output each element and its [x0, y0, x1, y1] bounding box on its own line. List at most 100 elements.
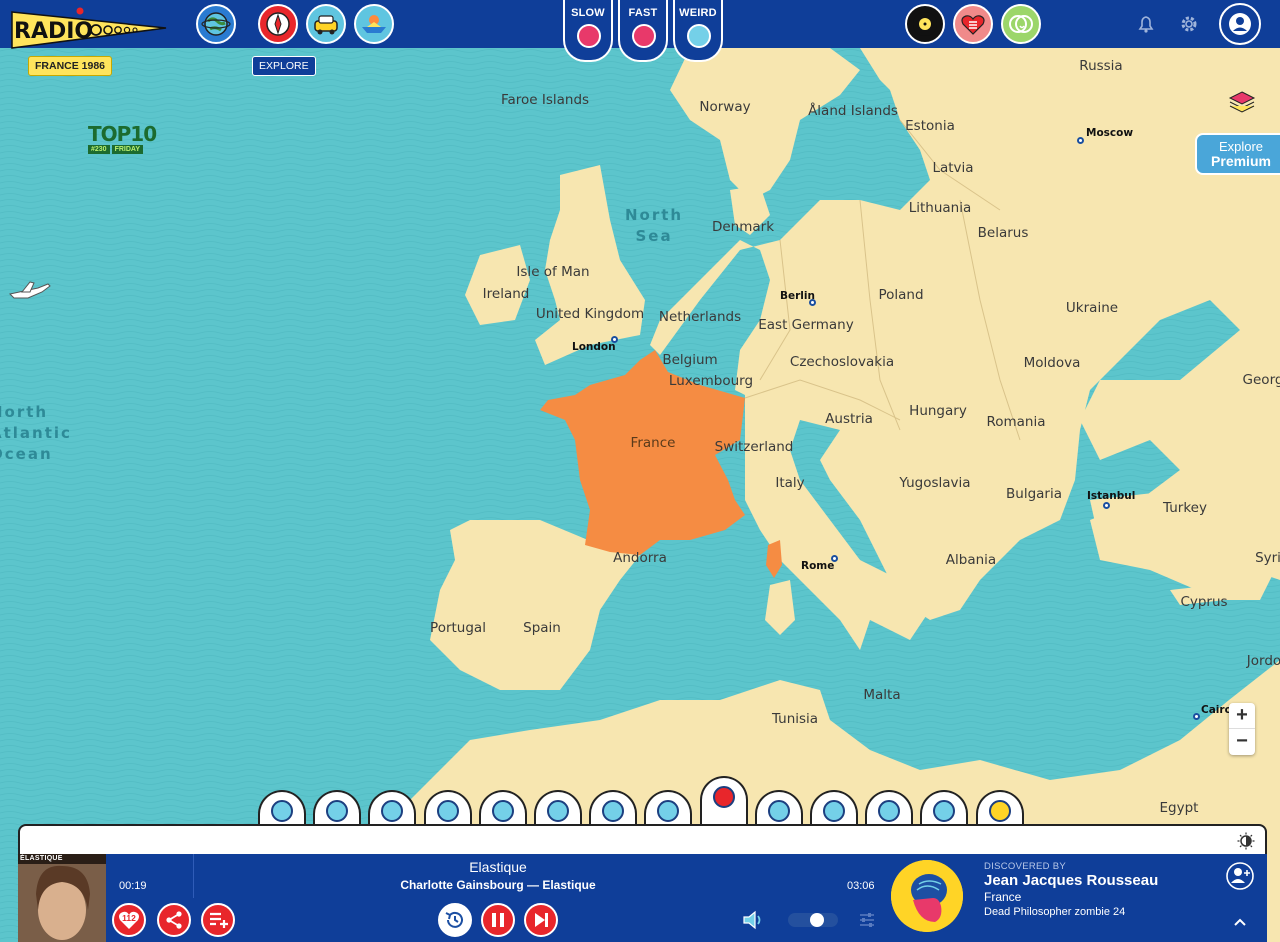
- top-bar: RADIO SLOW FAST WEIRD: [0, 0, 1280, 62]
- map-label-country[interactable]: Jordo: [1247, 653, 1280, 669]
- radiooooo-logo[interactable]: RADIO: [10, 6, 170, 54]
- city-label[interactable]: London: [572, 341, 616, 353]
- globe-icon[interactable]: [196, 4, 236, 44]
- map-label-country[interactable]: Bulgaria: [1006, 486, 1062, 502]
- map-label-country[interactable]: Cyprus: [1180, 594, 1227, 610]
- decade-indicator: [602, 800, 624, 822]
- map-label-country[interactable]: Ukraine: [1066, 300, 1118, 316]
- discoverer-name[interactable]: Jean Jacques Rousseau: [984, 872, 1158, 889]
- map-label-country[interactable]: Malta: [863, 687, 900, 703]
- city-label[interactable]: Istanbul: [1087, 490, 1135, 502]
- zoom-out-button[interactable]: −: [1229, 729, 1255, 755]
- chevron-up-icon[interactable]: [1232, 916, 1248, 928]
- city-marker[interactable]: [1193, 713, 1200, 720]
- vinyl-icon[interactable]: [905, 4, 945, 44]
- decade-indicator: [381, 800, 403, 822]
- island-icon[interactable]: [354, 4, 394, 44]
- map-label-country[interactable]: Ireland: [483, 286, 530, 302]
- map-label-country[interactable]: Luxembourg: [669, 373, 753, 389]
- playlist-add-icon: [210, 912, 228, 928]
- album-cover[interactable]: ÉLASTIQUE: [18, 854, 106, 942]
- map-label-country[interactable]: Syri: [1255, 550, 1280, 566]
- map-label-country[interactable]: Åland Islands: [808, 103, 898, 119]
- map-label-country[interactable]: Yugoslavia: [899, 475, 970, 491]
- map-label-country-selected[interactable]: France: [631, 435, 676, 451]
- decade-indicator: [326, 800, 348, 822]
- friends-icon[interactable]: [1001, 4, 1041, 44]
- top10-issue: #230: [88, 145, 110, 154]
- map-label-country[interactable]: East Germany: [758, 317, 853, 333]
- user-icon[interactable]: [1219, 3, 1261, 45]
- city-marker[interactable]: [1103, 502, 1110, 509]
- map-label-country[interactable]: Portugal: [430, 620, 486, 636]
- map-label-country[interactable]: Netherlands: [659, 309, 741, 325]
- taxi-icon[interactable]: [306, 4, 346, 44]
- map-label-country[interactable]: Hungary: [909, 403, 967, 419]
- map-label-country[interactable]: Russia: [1079, 58, 1122, 74]
- decade-indicator: [547, 800, 569, 822]
- map-label-country[interactable]: Georg: [1243, 372, 1280, 388]
- logo-text: RADIO: [14, 19, 93, 44]
- volume-icon[interactable]: [741, 908, 767, 932]
- decade-indicator: [933, 800, 955, 822]
- map-label-country[interactable]: Romania: [986, 414, 1045, 430]
- mood-tab-slow[interactable]: SLOW: [563, 0, 613, 62]
- map-label-country[interactable]: Austria: [825, 411, 873, 427]
- gear-icon[interactable]: [1177, 12, 1201, 36]
- history-button[interactable]: [438, 903, 472, 937]
- map-label-country[interactable]: Moldova: [1024, 355, 1081, 371]
- compass-icon[interactable]: [258, 4, 298, 44]
- map-label-country[interactable]: Italy: [775, 475, 804, 491]
- map-label-country[interactable]: Denmark: [712, 219, 774, 235]
- layers-icon[interactable]: [1226, 86, 1258, 118]
- like-button[interactable]: 112: [112, 903, 146, 937]
- next-button[interactable]: [524, 903, 558, 937]
- discoverer-avatar[interactable]: [891, 860, 963, 932]
- decade-indicator: [492, 800, 514, 822]
- pause-button[interactable]: [481, 903, 515, 937]
- top10-promo[interactable]: TOP10 #230 FRIDAY: [88, 124, 168, 156]
- follow-user-icon[interactable]: [1225, 861, 1255, 891]
- duration-time: 03:06: [847, 880, 875, 892]
- volume-thumb[interactable]: [810, 913, 824, 927]
- map-label-country[interactable]: Switzerland: [715, 439, 794, 455]
- map-label-country[interactable]: Spain: [523, 620, 561, 636]
- map-label-country[interactable]: Turkey: [1163, 500, 1207, 516]
- city-label[interactable]: Berlin: [780, 290, 815, 302]
- equalizer-icon[interactable]: [858, 911, 876, 929]
- city-label[interactable]: Cairo: [1201, 704, 1232, 716]
- map-label-country[interactable]: Lithuania: [909, 200, 972, 216]
- explore-premium-button[interactable]: Explore Premium: [1195, 133, 1280, 175]
- track-subtitle[interactable]: Charlotte Gainsbourg — Elastique: [318, 878, 678, 892]
- map-label-country[interactable]: Belgium: [662, 352, 717, 368]
- map-label-country[interactable]: Albania: [946, 552, 996, 568]
- zoom-in-button[interactable]: +: [1229, 703, 1255, 729]
- map-label-country[interactable]: Andorra: [613, 550, 667, 566]
- map-label-country[interactable]: Belarus: [978, 225, 1029, 241]
- explore-badge[interactable]: EXPLORE: [252, 56, 316, 76]
- progress-bar[interactable]: [193, 854, 194, 898]
- map-label-country[interactable]: Estonia: [905, 118, 955, 134]
- city-label[interactable]: Moscow: [1086, 127, 1133, 139]
- map-label-country[interactable]: Norway: [699, 99, 750, 115]
- map-label-country[interactable]: Czechoslovakia: [790, 354, 894, 370]
- theme-toggle-icon[interactable]: [1237, 832, 1255, 850]
- mood-tab-fast[interactable]: FAST: [618, 0, 668, 62]
- history-icon: [445, 911, 463, 928]
- map-label-country[interactable]: Isle of Man: [516, 264, 589, 280]
- map-label-country[interactable]: United Kingdom: [536, 306, 644, 322]
- mood-tab-weird[interactable]: WEIRD: [673, 0, 723, 62]
- top10-logo: TOP10: [88, 122, 157, 146]
- map-label-country[interactable]: Poland: [878, 287, 923, 303]
- map-label-country[interactable]: Faroe Islands: [501, 92, 589, 108]
- city-label[interactable]: Rome: [801, 560, 834, 572]
- add-to-playlist-button[interactable]: [201, 903, 235, 937]
- map-label-country[interactable]: Egypt: [1160, 800, 1199, 816]
- region-badge[interactable]: FRANCE 1986: [28, 56, 113, 76]
- favorites-icon[interactable]: [953, 4, 993, 44]
- bell-icon[interactable]: [1134, 12, 1158, 36]
- share-button[interactable]: [157, 903, 191, 937]
- city-marker[interactable]: [1077, 137, 1084, 144]
- map-label-country[interactable]: Tunisia: [772, 711, 818, 727]
- map-label-country[interactable]: Latvia: [932, 160, 973, 176]
